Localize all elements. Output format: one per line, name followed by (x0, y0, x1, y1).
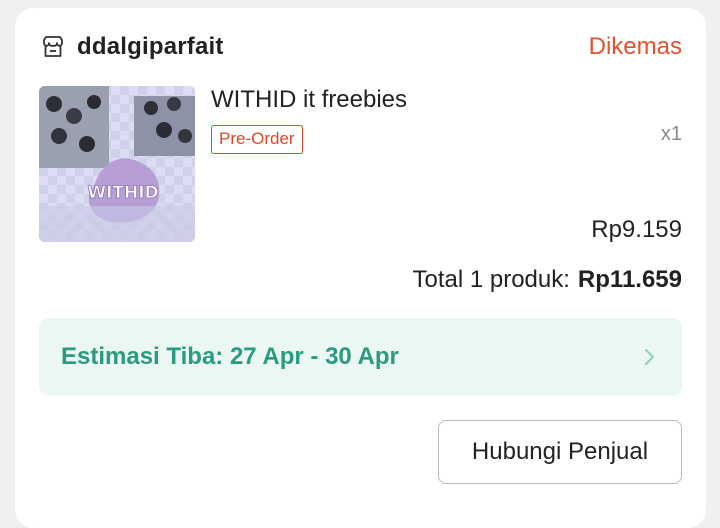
total-label: Total 1 produk: (412, 266, 570, 293)
order-total: Total 1 produk: Rp11.659 (412, 266, 682, 294)
product-price: Rp9.159 (591, 216, 682, 243)
store-icon (43, 36, 63, 57)
total-amount: Rp11.659 (577, 266, 682, 293)
order-status: Dikemas (588, 33, 682, 60)
product-image: WITHID (39, 86, 195, 242)
product-quantity: x1 (660, 123, 682, 145)
contact-seller-button[interactable]: Hubungi Penjual (438, 420, 682, 484)
order-card[interactable]: ddalgiparfait Dikemas WITHID WITHID it f… (15, 8, 706, 528)
delivery-estimate: Estimasi Tiba: 27 Apr - 30 Apr (61, 343, 399, 370)
product-thumbnail[interactable]: WITHID (39, 86, 195, 242)
pre-order-badge: Pre-Order (211, 125, 303, 154)
product-name[interactable]: WITHID it freebies (211, 86, 407, 114)
product-image-logo: WITHID (87, 183, 158, 203)
delivery-estimate-row[interactable]: Estimasi Tiba: 27 Apr - 30 Apr (39, 318, 682, 396)
shop-name[interactable]: ddalgiparfait (77, 33, 224, 61)
shop-header[interactable]: ddalgiparfait Dikemas (41, 32, 682, 62)
chevron-right-icon (645, 349, 654, 365)
